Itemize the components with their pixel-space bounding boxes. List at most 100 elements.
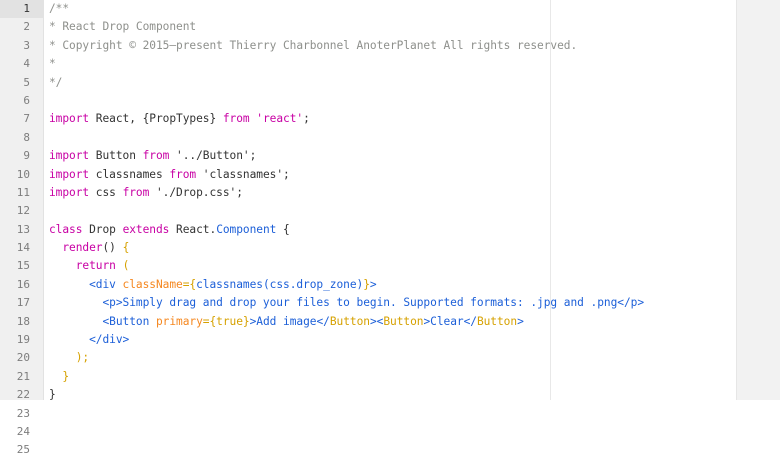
scrollbar-track[interactable] [736,0,780,400]
line-number: 16 [16,277,30,291]
line-number: 22 [16,388,30,402]
code-token: './Drop.css' [149,185,237,199]
code-line[interactable]: <Button primary={true}>Add image</Button… [44,313,736,331]
code-token: > [369,277,377,291]
code-token: from [222,112,250,126]
code-token: } [49,369,70,383]
code-token: </div> [49,333,130,347]
code-token: * React Drop Component [49,20,197,34]
code-token: () [102,241,123,255]
code-line[interactable]: ​ [44,92,736,110]
code-token: } [49,388,56,400]
code-line[interactable]: <p>Simply drag and drop your files to be… [44,294,736,312]
code-line[interactable]: render() { [44,239,736,257]
code-line[interactable]: import Button from '../Button'; [44,147,736,165]
code-token: classnames(css.drop_zone) [196,277,364,291]
code-line[interactable]: * Copyright © 2015—present Thierry Charb… [44,37,736,55]
code-token: class [49,222,83,236]
code-token: 'react' [256,112,304,126]
code-token: render [62,241,103,255]
code-token: from [122,185,150,199]
code-token: ; [249,149,257,163]
line-number: 24 [16,424,30,438]
code-token: { [122,241,130,255]
code-line[interactable]: <div className={classnames(css.drop_zone… [44,276,736,294]
code-token: classnames [89,167,170,181]
code-token: className [122,277,183,291]
code-token: { [276,222,290,236]
line-number: 4 [23,57,30,71]
code-token: >< [369,314,384,328]
code-token: >Clear</ [423,314,477,328]
code-token: import [49,185,90,199]
line-number-gutter[interactable]: 1 2 3 4 5 6 7 8 9 10 11 12 13 14 15 16 17 18 19 20 21 22 23 24 2… [0,0,44,456]
code-token: return [75,259,116,273]
line-number: 14 [16,241,30,255]
code-token: <p>Simply drag and drop your files to be… [49,296,645,310]
code-token: import [49,112,90,126]
code-token: * Copyright © 2015—present Thierry Charb… [49,38,578,52]
code-token: ( [122,259,130,273]
code-line[interactable]: ); [44,349,736,367]
code-token: ={ [182,277,197,291]
code-token: Button [476,314,518,328]
line-number: 15 [16,259,30,273]
code-token: from [142,149,170,163]
line-number: 13 [16,222,30,236]
code-line[interactable]: return ( [44,257,736,275]
code-token: * [49,57,56,71]
code-token: >Add image</ [249,314,330,328]
line-number: 8 [23,130,30,144]
line-number: 1 [0,0,43,19]
code-editor[interactable]: 1 2 3 4 5 6 7 8 9 10 11 12 13 14 15 16 17 18 19 20 21 22 23 24 2… [0,0,780,456]
code-token: from [169,167,197,181]
code-token: <Button [49,314,156,328]
line-number: 7 [23,112,30,126]
code-token: Button [89,149,143,163]
code-token: '../Button' [169,149,250,163]
code-token: React, {PropTypes} [89,112,223,126]
line-number: 12 [16,204,30,218]
line-number: 3 [23,38,30,52]
code-token: Button [329,314,370,328]
line-number: 10 [16,167,30,181]
code-line[interactable]: } [44,368,736,386]
code-line[interactable]: ​ [44,202,736,220]
line-number: 23 [16,406,30,420]
line-number: 25 [16,443,30,457]
code-line[interactable]: ​ [44,129,736,147]
code-token: ; [283,167,290,181]
code-line[interactable]: class Drop extends React.Component { [44,221,736,239]
code-token: React. [169,222,217,236]
code-line[interactable]: /** [44,0,736,18]
code-token: extends [122,222,170,236]
code-token: ={true} [202,314,250,328]
line-number: 6 [23,93,30,107]
line-number: 9 [23,149,30,163]
code-token: ; [303,112,310,126]
code-token: */ [49,75,63,89]
code-line[interactable]: * [44,55,736,73]
line-number: 17 [16,296,30,310]
code-token: Component [216,222,277,236]
code-line[interactable]: </div> [44,331,736,349]
code-token: Drop [82,222,123,236]
code-line[interactable]: } [44,386,736,400]
code-token: primary [155,314,203,328]
code-token: import [49,149,90,163]
line-number: 20 [16,351,30,365]
line-number: 21 [16,369,30,383]
code-area[interactable]: /** * React Drop Component * Copyright © 2… [44,0,736,400]
code-line[interactable]: import React, {PropTypes} from 'react'; [44,110,736,128]
code-line[interactable]: import classnames from 'classnames'; [44,166,736,184]
code-token: > [517,314,524,328]
code-token: } [363,277,370,291]
code-line[interactable]: * React Drop Component [44,18,736,36]
code-token: 'classnames' [196,167,284,181]
code-token: css [89,185,123,199]
code-line[interactable]: */ [44,74,736,92]
code-line[interactable]: import css from './Drop.css'; [44,184,736,202]
line-number: 19 [16,333,30,347]
